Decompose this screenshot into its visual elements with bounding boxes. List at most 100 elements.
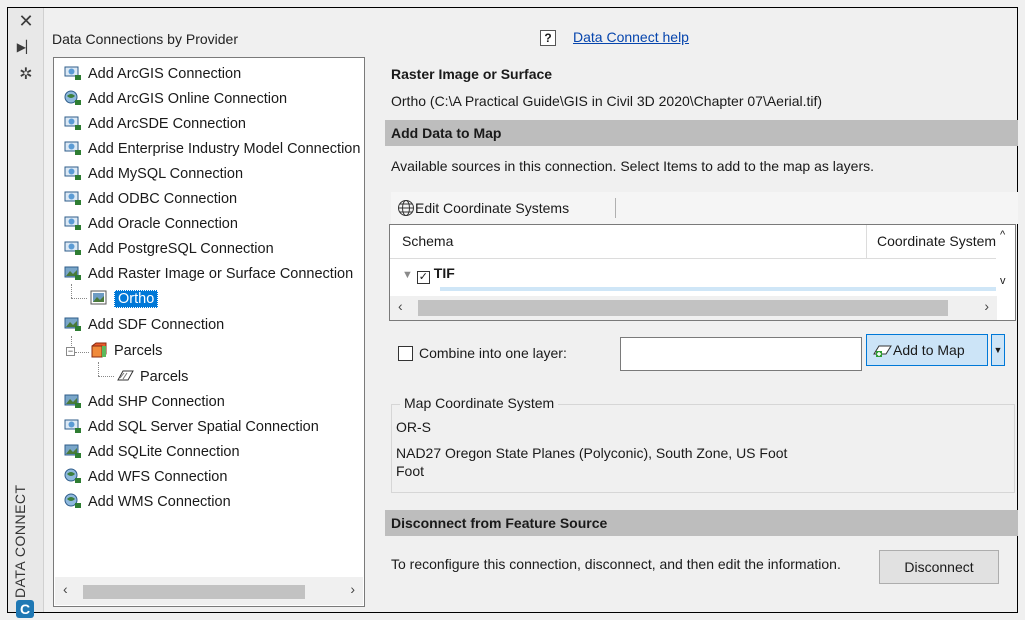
- palette-title: DATA CONNECT: [12, 484, 28, 598]
- available-sources-text: Available sources in this connection. Se…: [391, 158, 874, 174]
- tree-item-parcels-source[interactable]: Parcels: [90, 340, 162, 362]
- tree-item-sdf[interactable]: Add SDF Connection: [64, 314, 224, 336]
- map-coordinate-system-group: Map Coordinate System OR-S NAD27 Oregon …: [391, 395, 1015, 493]
- tree-item-arcsde[interactable]: Add ArcSDE Connection: [64, 113, 246, 135]
- scroll-thumb[interactable]: [83, 585, 305, 599]
- scroll-thumb[interactable]: [418, 300, 948, 316]
- tree-connector: [71, 298, 87, 299]
- combine-label: Combine into one layer:: [419, 345, 567, 361]
- sqlserver-connection-icon: [64, 419, 81, 433]
- combine-checkbox[interactable]: [398, 346, 413, 361]
- grid-vertical-scrollbar[interactable]: ^ v: [996, 225, 1015, 297]
- tree-item-oracle[interactable]: Add Oracle Connection: [64, 213, 238, 235]
- tree-item-sqlite[interactable]: Add SQLite Connection: [64, 441, 240, 463]
- sdf-connection-icon: [64, 317, 81, 331]
- auto-hide-icon[interactable]: ▶▏: [8, 40, 44, 54]
- coordinate-system-column-header[interactable]: Coordinate System: [866, 225, 997, 259]
- tree-item-label: Parcels: [114, 343, 163, 359]
- toolbar-divider: [615, 198, 616, 218]
- schema-grid[interactable]: Schema Coordinate System ▼ ✓ TIF ^ v ‹ ›: [389, 224, 1016, 321]
- tree-item-label: Add WMS Connection: [88, 494, 231, 510]
- tree-connector: [71, 284, 72, 298]
- tree-horizontal-scrollbar[interactable]: ‹ ›: [55, 577, 363, 605]
- tree-item-postgresql[interactable]: Add PostgreSQL Connection: [64, 238, 274, 260]
- scroll-right-icon[interactable]: ›: [984, 298, 989, 314]
- tree-item-enterprise[interactable]: Add Enterprise Industry Model Connection: [64, 138, 360, 160]
- scroll-up-icon[interactable]: ^: [1000, 229, 1005, 241]
- oracle-connection-icon: [64, 216, 81, 230]
- tree-item-label-selected: Ortho: [114, 290, 159, 308]
- tree-item-label: Add MySQL Connection: [88, 166, 244, 182]
- globe-icon: [398, 200, 414, 216]
- tif-checkbox[interactable]: ✓: [416, 271, 430, 284]
- add-to-map-dropdown[interactable]: ▼: [991, 334, 1005, 366]
- tree-item-mysql[interactable]: Add MySQL Connection: [64, 163, 243, 185]
- tree-item-arcgis[interactable]: Add ArcGIS Connection: [64, 63, 241, 85]
- odbc-connection-icon: [64, 191, 81, 205]
- scroll-left-icon[interactable]: ‹: [398, 298, 403, 314]
- tree-item-parcels-layer[interactable]: Parcels: [116, 366, 188, 388]
- tree-item-raster[interactable]: Add Raster Image or Surface Connection: [64, 263, 353, 285]
- tree-item-wfs[interactable]: Add WFS Connection: [64, 466, 227, 488]
- expand-triangle-icon[interactable]: ▼: [402, 269, 413, 281]
- collapse-toggle[interactable]: −: [66, 347, 75, 356]
- close-icon[interactable]: ✕: [8, 11, 44, 32]
- connections-tree[interactable]: − Add ArcGIS Connection Add ArcGIS Onlin…: [53, 57, 365, 607]
- combine-option[interactable]: Combine into one layer:: [398, 345, 567, 361]
- disconnect-button[interactable]: Disconnect: [879, 550, 999, 584]
- schema-row-tif[interactable]: ▼ ✓ TIF: [402, 265, 455, 284]
- tree-item-sqlserver[interactable]: Add SQL Server Spatial Connection: [64, 416, 319, 438]
- raster-connection-icon: [64, 266, 81, 280]
- cs-unit: Foot: [396, 463, 425, 479]
- postgresql-connection-icon: [64, 241, 81, 255]
- raster-image-icon: [90, 290, 107, 305]
- tree-item-label: Add SQL Server Spatial Connection: [88, 419, 319, 435]
- tree-item-odbc[interactable]: Add ODBC Connection: [64, 188, 237, 210]
- tree-connector: [98, 362, 99, 376]
- tree-item-label: Add ODBC Connection: [88, 191, 238, 207]
- tree-item-label: Add PostgreSQL Connection: [88, 241, 274, 257]
- add-data-header: Add Data to Map: [385, 120, 1018, 146]
- add-to-map-button[interactable]: Add to Map: [866, 334, 988, 366]
- combine-layer-name-input[interactable]: [620, 337, 862, 371]
- row-highlight: [440, 287, 997, 291]
- data-connect-help-link[interactable]: Data Connect help: [573, 29, 689, 45]
- palette-title-strip: ✕ ▶▏ ✲ DATA CONNECT C: [8, 8, 44, 618]
- group-legend: Map Coordinate System: [400, 395, 559, 411]
- schema-row-label: TIF: [433, 265, 455, 281]
- tree-item-ortho[interactable]: Ortho: [90, 288, 159, 310]
- cs-code: OR-S: [396, 419, 431, 435]
- schema-column-header[interactable]: Schema: [402, 233, 453, 249]
- source-path: Ortho (C:\A Practical Guide\GIS in Civil…: [391, 93, 823, 109]
- gear-icon[interactable]: ✲: [8, 64, 44, 84]
- tree-item-label: Add ArcGIS Connection: [88, 66, 242, 82]
- sdf-file-icon: [91, 342, 107, 358]
- disconnect-header: Disconnect from Feature Source: [385, 510, 1018, 536]
- tree-item-arcgis-online[interactable]: Add ArcGIS Online Connection: [64, 88, 287, 110]
- tree-item-label: Add Oracle Connection: [88, 216, 238, 232]
- scroll-left-icon[interactable]: ‹: [63, 581, 68, 597]
- tree-item-label: Parcels: [140, 369, 189, 385]
- source-title: Raster Image or Surface: [391, 66, 553, 82]
- tree-item-label: Add SHP Connection: [88, 394, 225, 410]
- schema-toolbar: Edit Coordinate Systems: [391, 192, 1018, 224]
- tree-item-label: Add Raster Image or Surface Connection: [88, 266, 354, 282]
- tree-item-label: Add WFS Connection: [88, 469, 228, 485]
- tree-item-wms[interactable]: Add WMS Connection: [64, 491, 231, 513]
- disconnect-text: To reconfigure this connection, disconne…: [391, 556, 841, 572]
- mysql-connection-icon: [64, 166, 81, 180]
- enterprise-model-icon: [64, 141, 81, 155]
- edit-coordinate-systems-label: Edit Coordinate Systems: [415, 200, 570, 216]
- shp-connection-icon: [64, 394, 81, 408]
- grid-horizontal-scrollbar[interactable]: ‹ ›: [390, 296, 997, 320]
- help-icon[interactable]: ?: [540, 30, 556, 46]
- scroll-right-icon[interactable]: ›: [350, 581, 355, 597]
- tree-item-shp[interactable]: Add SHP Connection: [64, 391, 225, 413]
- tree-item-label: Add ArcGIS Online Connection: [88, 91, 288, 107]
- grid-header: Schema Coordinate System: [390, 225, 997, 259]
- polygon-layer-icon: [117, 370, 134, 381]
- scroll-down-icon[interactable]: v: [1000, 275, 1006, 287]
- edit-coordinate-systems-button[interactable]: Edit Coordinate Systems: [393, 196, 569, 220]
- wms-connection-icon: [64, 493, 81, 508]
- arcsde-connection-icon: [64, 116, 81, 130]
